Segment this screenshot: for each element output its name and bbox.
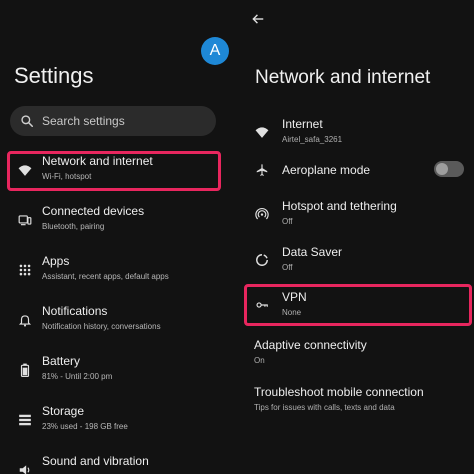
aeroplane-mode-toggle[interactable] xyxy=(434,161,464,177)
network-item-hotspot[interactable]: Hotspot and tethering Off xyxy=(249,197,469,237)
item-title: Adaptive connectivity xyxy=(254,338,367,352)
wifi-icon xyxy=(18,165,32,176)
avatar[interactable]: A xyxy=(201,37,229,65)
devices-icon xyxy=(18,215,32,226)
settings-item-network[interactable]: Network and internet Wi-Fi, hotspot xyxy=(10,151,216,189)
settings-item-notifications[interactable]: Notifications Notification history, conv… xyxy=(10,301,216,339)
item-title: Troubleshoot mobile connection xyxy=(254,385,424,399)
item-title: Network and internet xyxy=(42,154,153,168)
item-title: Sound and vibration xyxy=(42,454,149,468)
item-title: Notifications xyxy=(42,304,108,318)
network-pane: Network and internet Internet Airtel_saf… xyxy=(237,0,474,474)
wifi-icon xyxy=(255,127,269,138)
item-subtitle: On xyxy=(254,356,265,365)
settings-pane: A Settings Search settings Network and i… xyxy=(0,0,237,474)
storage-icon xyxy=(19,414,31,426)
apps-grid-icon xyxy=(19,264,31,276)
item-subtitle: Off xyxy=(282,217,293,226)
item-title: Data Saver xyxy=(282,245,343,259)
item-subtitle: None xyxy=(282,308,302,317)
item-title: Storage xyxy=(42,404,85,418)
item-title: Battery xyxy=(42,354,81,368)
search-icon xyxy=(21,115,34,128)
item-subtitle: 23% used - 198 GB free xyxy=(42,422,128,431)
item-title: Hotspot and tethering xyxy=(282,199,397,213)
volume-icon xyxy=(19,465,30,474)
toggle-knob xyxy=(436,163,448,175)
item-subtitle: Wi-Fi, hotspot xyxy=(42,172,92,181)
item-title: Apps xyxy=(42,254,70,268)
search-bar[interactable]: Search settings xyxy=(10,106,216,136)
search-placeholder: Search settings xyxy=(42,114,125,128)
item-subtitle: Notification history, conversations xyxy=(42,322,161,331)
item-subtitle: Tips for issues with calls, texts and da… xyxy=(254,403,395,412)
back-arrow-icon[interactable] xyxy=(251,12,265,26)
network-item-data-saver[interactable]: Data Saver Off xyxy=(249,243,469,283)
network-item-adaptive-connectivity[interactable]: Adaptive connectivity On xyxy=(249,336,469,376)
item-subtitle: 81% - Until 2:00 pm xyxy=(42,372,113,381)
item-subtitle: Off xyxy=(282,263,293,272)
network-item-troubleshoot[interactable]: Troubleshoot mobile connection Tips for … xyxy=(249,383,469,423)
network-item-vpn[interactable]: VPN None xyxy=(249,288,469,328)
item-title: Internet xyxy=(282,117,323,131)
item-subtitle: Assistant, recent apps, default apps xyxy=(42,272,169,281)
item-title: Aeroplane mode xyxy=(282,163,371,177)
settings-item-connected-devices[interactable]: Connected devices Bluetooth, pairing xyxy=(10,201,216,239)
settings-item-sound[interactable]: Sound and vibration xyxy=(10,451,216,474)
bell-icon xyxy=(18,315,32,327)
settings-item-battery[interactable]: Battery 81% - Until 2:00 pm xyxy=(10,351,216,389)
vpn-key-icon xyxy=(256,302,268,308)
page-title: Settings xyxy=(14,63,94,88)
data-saver-icon xyxy=(256,254,268,266)
airplane-icon xyxy=(256,164,268,176)
battery-icon xyxy=(20,363,30,377)
item-title: Connected devices xyxy=(42,204,145,218)
settings-item-apps[interactable]: Apps Assistant, recent apps, default app… xyxy=(10,251,216,289)
item-title: VPN xyxy=(282,290,307,304)
page-title: Network and internet xyxy=(255,67,431,88)
hotspot-icon xyxy=(255,207,269,220)
network-item-internet[interactable]: Internet Airtel_safa_3261 xyxy=(249,115,469,155)
item-subtitle: Airtel_safa_3261 xyxy=(282,135,343,144)
settings-item-storage[interactable]: Storage 23% used - 198 GB free xyxy=(10,401,216,439)
item-subtitle: Bluetooth, pairing xyxy=(42,222,105,231)
